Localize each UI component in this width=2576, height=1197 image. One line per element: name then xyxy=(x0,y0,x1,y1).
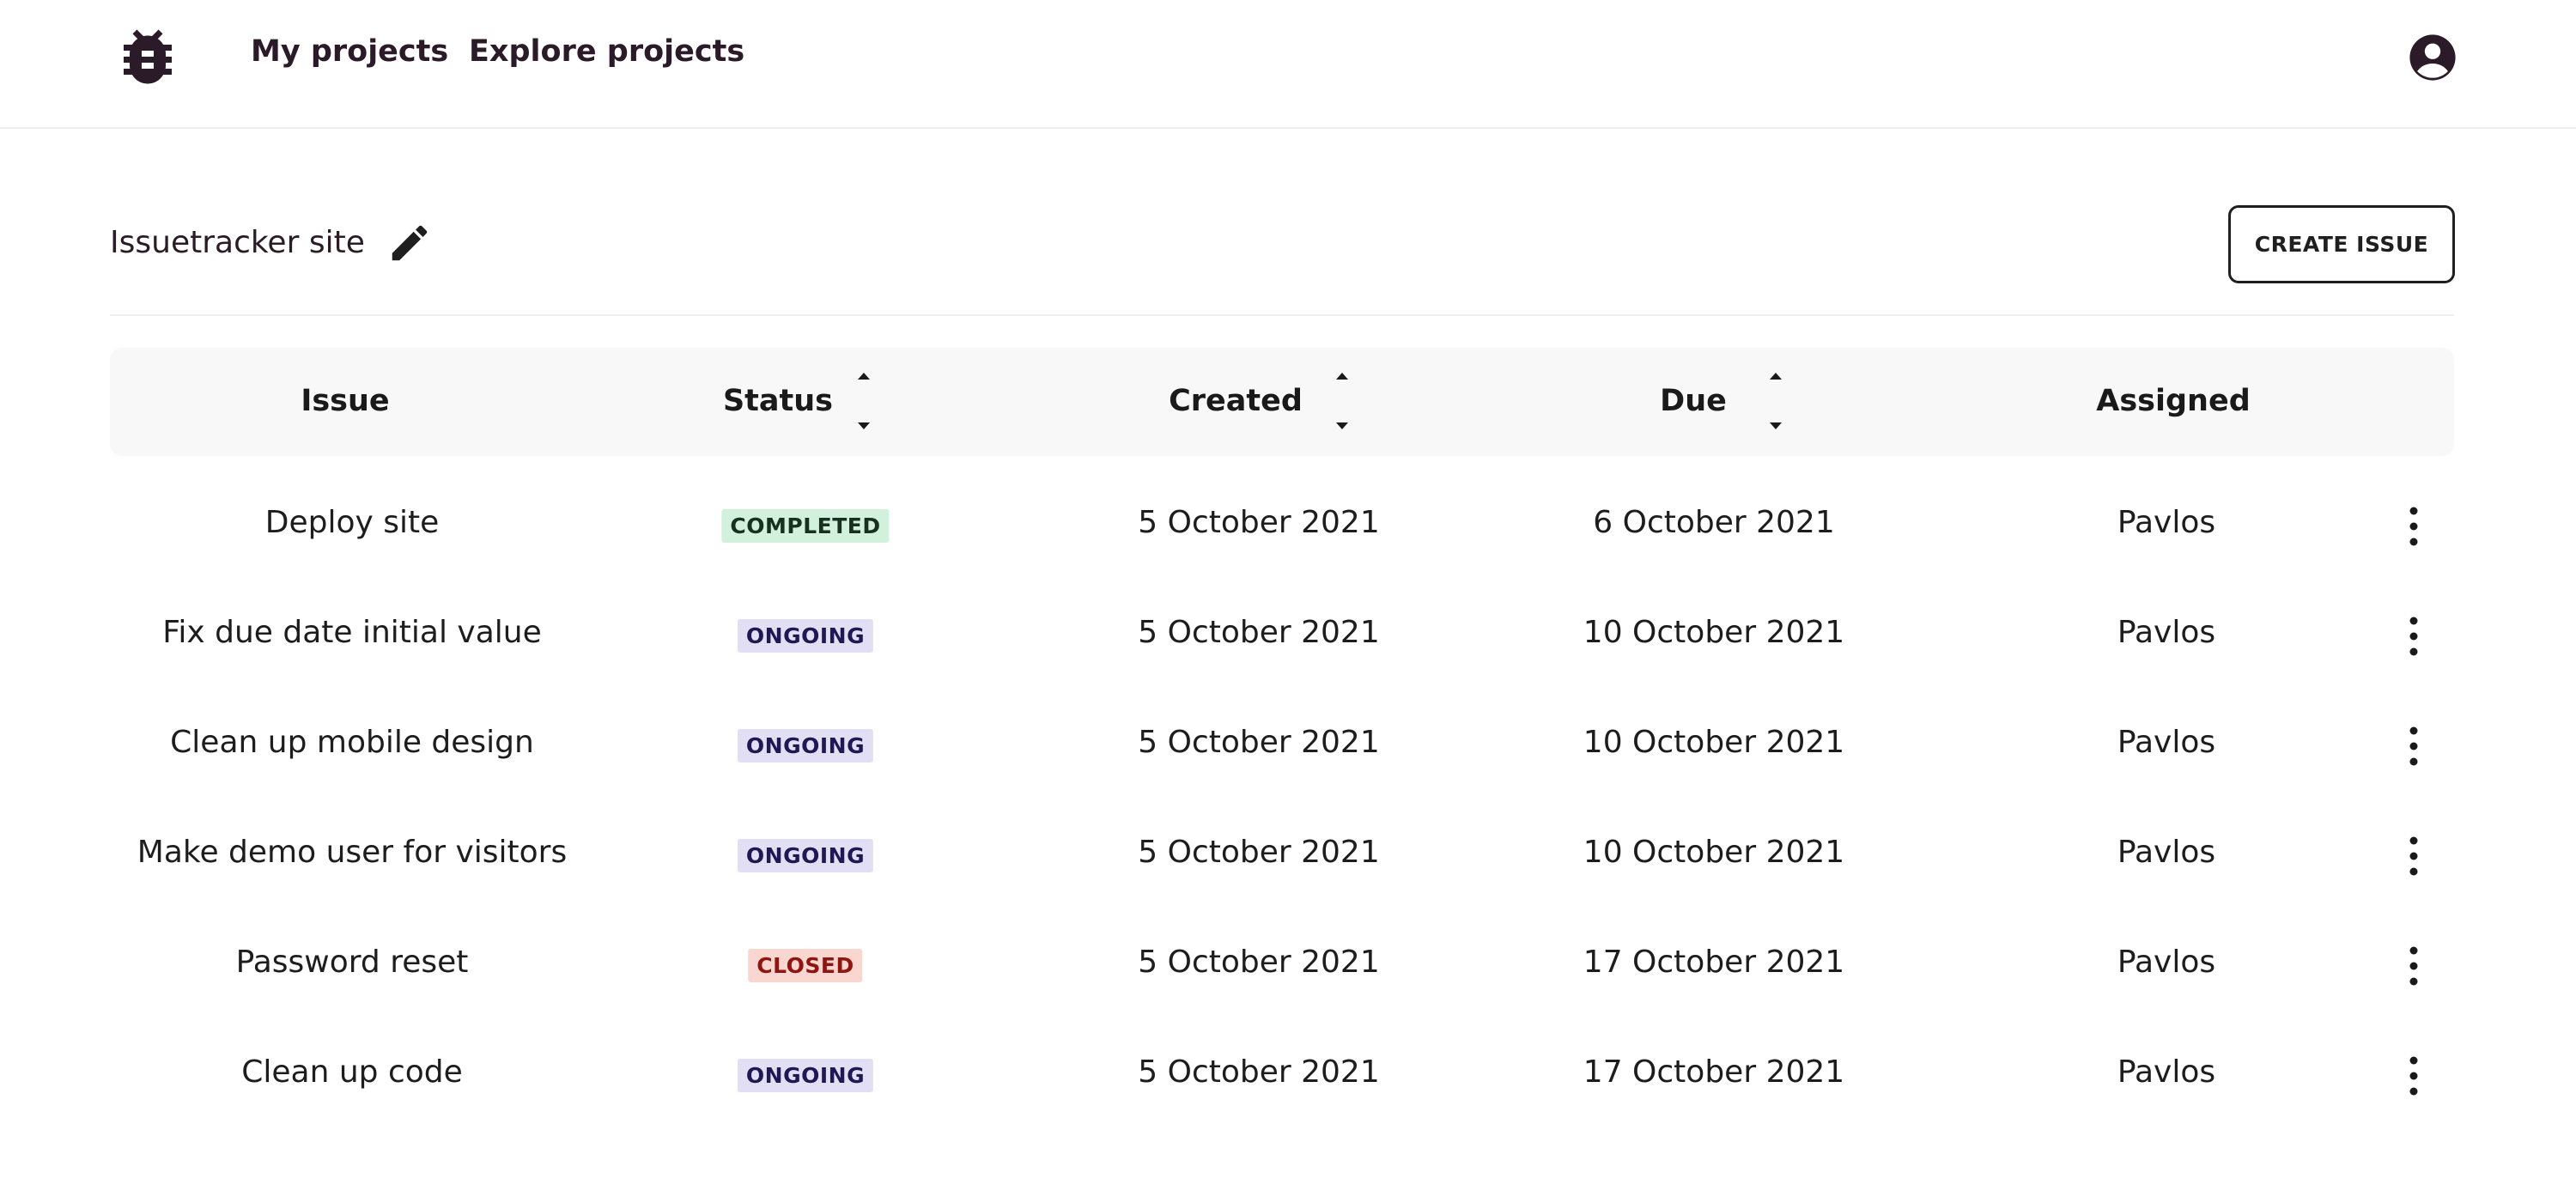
more-vert-icon[interactable] xyxy=(2405,835,2422,878)
created-date: 5 October 2021 xyxy=(1138,615,1380,650)
table-row[interactable]: Deploy site COMPLETED 5 October 2021 6 O… xyxy=(110,472,2454,582)
status-badge: ONGOING xyxy=(737,619,874,653)
assignee: Pavlos xyxy=(2117,505,2216,540)
created-date: 5 October 2021 xyxy=(1138,1054,1380,1090)
issue-title[interactable]: Make demo user for visitors xyxy=(137,835,567,870)
column-header-assigned: Assigned xyxy=(2096,384,2251,418)
top-navigation: My projects Explore projects xyxy=(0,0,2576,129)
sort-status-icon[interactable] xyxy=(855,368,872,434)
issue-title[interactable]: Deploy site xyxy=(265,505,440,540)
more-vert-icon[interactable] xyxy=(2405,945,2422,987)
more-vert-icon[interactable] xyxy=(2405,725,2422,768)
due-date: 10 October 2021 xyxy=(1583,615,1845,650)
sort-due-icon[interactable] xyxy=(1767,368,1784,434)
table-header: Issue Status Created Due Assigned xyxy=(110,348,2454,456)
table-row[interactable]: Password reset CLOSED 5 October 2021 17 … xyxy=(110,912,2454,1022)
table-row[interactable]: Make demo user for visitors ONGOING 5 Oc… xyxy=(110,802,2454,912)
account-circle-icon[interactable] xyxy=(2408,33,2458,82)
assignee: Pavlos xyxy=(2117,615,2216,650)
status-badge: ONGOING xyxy=(737,1059,874,1092)
issue-title[interactable]: Clean up code xyxy=(241,1054,463,1090)
assignee: Pavlos xyxy=(2117,725,2216,760)
issue-title[interactable]: Clean up mobile design xyxy=(170,725,534,760)
status-badge: COMPLETED xyxy=(721,509,890,543)
due-date: 10 October 2021 xyxy=(1583,835,1845,870)
column-header-created[interactable]: Created xyxy=(1169,384,1303,418)
sort-created-icon[interactable] xyxy=(1334,368,1351,434)
status-badge: CLOSED xyxy=(748,949,863,982)
due-date: 17 October 2021 xyxy=(1583,1054,1845,1090)
nav-my-projects[interactable]: My projects xyxy=(251,34,448,69)
create-issue-button[interactable]: CREATE ISSUE xyxy=(2228,205,2455,283)
assignee: Pavlos xyxy=(2117,835,2216,870)
column-header-issue: Issue xyxy=(301,384,390,418)
status-badge: ONGOING xyxy=(737,729,874,763)
pencil-icon[interactable] xyxy=(386,220,433,266)
status-badge: ONGOING xyxy=(737,839,874,872)
assignee: Pavlos xyxy=(2117,1054,2216,1090)
more-vert-icon[interactable] xyxy=(2405,1054,2422,1097)
more-vert-icon[interactable] xyxy=(2405,505,2422,548)
table-row[interactable]: Clean up code ONGOING 5 October 2021 17 … xyxy=(110,1022,2454,1132)
due-date: 10 October 2021 xyxy=(1583,725,1845,760)
table-row[interactable]: Fix due date initial value ONGOING 5 Oct… xyxy=(110,582,2454,692)
assignee: Pavlos xyxy=(2117,945,2216,980)
created-date: 5 October 2021 xyxy=(1138,725,1380,760)
nav-explore-projects[interactable]: Explore projects xyxy=(469,34,744,69)
table-row[interactable]: Clean up mobile design ONGOING 5 October… xyxy=(110,692,2454,802)
created-date: 5 October 2021 xyxy=(1138,835,1380,870)
more-vert-icon[interactable] xyxy=(2405,615,2422,658)
column-header-due[interactable]: Due xyxy=(1660,384,1727,418)
column-header-status[interactable]: Status xyxy=(723,384,833,418)
due-date: 6 October 2021 xyxy=(1593,505,1835,540)
issue-title[interactable]: Password reset xyxy=(236,945,469,980)
project-title: Issuetracker site xyxy=(110,225,365,260)
due-date: 17 October 2021 xyxy=(1583,945,1845,980)
created-date: 5 October 2021 xyxy=(1138,945,1380,980)
divider xyxy=(110,314,2454,316)
issue-title[interactable]: Fix due date initial value xyxy=(162,615,542,650)
created-date: 5 October 2021 xyxy=(1138,505,1380,540)
bug-icon[interactable] xyxy=(112,21,184,93)
